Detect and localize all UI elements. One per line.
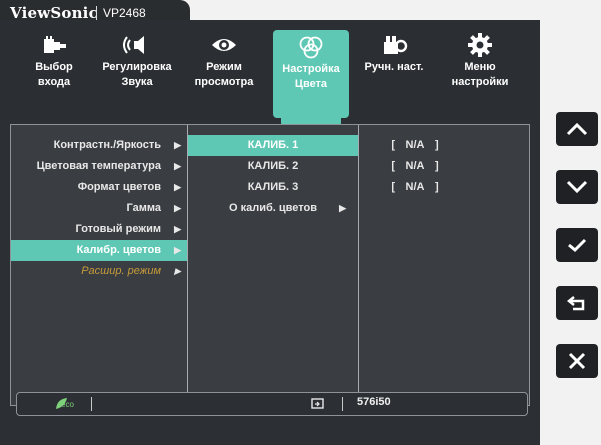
main-menu-bar: Выбор входа Регулировка Звука Режим прос… [0,20,540,120]
menu-label-line1: Настройка [282,63,340,75]
exit-button[interactable] [556,344,598,378]
calib-value-1: [N/A] [359,135,529,156]
osd-window: Выбор входа Регулировка Звука Режим прос… [0,20,540,445]
calibration-values-column: [N/A] [N/A] [N/A] [359,125,529,415]
menu-label-line2: входа [37,76,71,88]
value-text: N/A [405,160,425,172]
left-menu-column: Контрастн./Яркость ▶ Цветовая температур… [11,125,187,415]
menu-label-line1: Регулировка [102,61,172,73]
return-icon [566,296,585,311]
row-label: Готовый режим [75,223,161,235]
menu-manual-tune[interactable]: Ручн. наст. [356,28,432,108]
arrow-right-icon: ▶ [174,245,181,255]
status-divider [91,397,92,411]
menu-row-color-format[interactable]: Формат цветов ▶ [11,177,187,198]
resolution-readout: 576i50 [357,396,391,408]
menu-label-line2: Звука [121,76,153,88]
arrow-right-icon: ▶ [174,203,181,213]
row-label: КАЛИБ. 3 [247,181,299,193]
menu-label-line1: Меню [464,61,496,73]
calib-row-about[interactable]: О калиб. цветов ▶ [188,198,358,219]
calibration-column: КАЛИБ. 1 КАЛИБ. 2 КАЛИБ. 3 О калиб. цвет… [187,125,359,415]
menu-row-advanced-mode[interactable]: Расшир. режим ▶ [11,261,187,282]
color-circles-icon [299,36,323,59]
menu-label-line1: Режим [206,61,242,73]
calib-row-2[interactable]: КАЛИБ. 2 [188,156,358,177]
menu-label-line2: настройки [451,76,509,88]
arrow-right-icon: ▶ [174,224,181,234]
close-icon [568,352,586,370]
value-text: N/A [405,139,425,151]
up-button[interactable] [556,112,598,146]
down-button[interactable] [556,170,598,204]
check-icon [568,238,587,253]
eco-label: eco [61,400,74,409]
menu-row-preset-mode[interactable]: Готовый режим ▶ [11,219,187,240]
input-select-icon [44,36,66,53]
status-bar: eco 576i50 [16,392,528,416]
row-label: КАЛИБ. 1 [247,139,299,151]
chevron-up-icon [566,122,588,136]
row-label: Гамма [126,202,161,214]
row-label: Расшир. режим [81,265,161,277]
arrow-right-icon: ▶ [174,140,181,150]
calib-value-2: [N/A] [359,156,529,177]
back-button[interactable] [556,286,598,320]
row-label: Контрастн./Яркость [53,139,161,151]
manual-tune-icon [384,36,408,54]
arrow-right-icon: ▶ [174,161,181,171]
menu-color-adjust[interactable]: Настройка Цвета [273,30,349,118]
brand-divider [96,6,97,20]
menu-setup[interactable]: Меню настройки [442,28,518,108]
menu-row-color-temperature[interactable]: Цветовая температура ▶ [11,156,187,177]
calib-value-3: [N/A] [359,177,529,198]
menu-input-select[interactable]: Выбор входа [16,28,92,108]
menu-label-line2: Цвета [294,78,328,90]
menu-row-color-calibration[interactable]: Калибр. цветов ▶ [11,240,187,261]
eye-icon [212,39,236,51]
row-label: О калиб. цветов [229,202,317,214]
calib-row-3[interactable]: КАЛИБ. 3 [188,177,358,198]
value-text: N/A [405,181,425,193]
row-label: Калибр. цветов [76,244,161,256]
menu-audio-adjust[interactable]: Регулировка Звука [99,28,175,108]
confirm-button[interactable] [556,228,598,262]
input-source-icon [311,398,324,409]
menu-row-gamma[interactable]: Гамма ▶ [11,198,187,219]
row-label: КАЛИБ. 2 [247,160,299,172]
menu-row-contrast-brightness[interactable]: Контрастн./Яркость ▶ [11,135,187,156]
gear-icon [468,33,492,57]
arrow-right-icon: ▶ [174,182,181,192]
row-label: Формат цветов [77,181,161,193]
chevron-down-icon [566,180,588,194]
status-divider [342,397,343,411]
row-label: Цветовая температура [36,160,161,172]
menu-label-line2: просмотра [194,76,254,88]
arrow-right-icon: ▶ [174,266,181,276]
submenu-panel: Контрастн./Яркость ▶ Цветовая температур… [10,124,530,415]
speaker-icon [123,36,144,54]
arrow-right-icon: ▶ [339,203,346,213]
calib-row-1[interactable]: КАЛИБ. 1 [188,135,358,156]
menu-view-mode[interactable]: Режим просмотра [186,28,262,108]
menu-label-line1: Ручн. наст. [364,61,424,73]
menu-label-line1: Выбор [35,61,73,73]
model-name: VP2468 [103,6,146,20]
